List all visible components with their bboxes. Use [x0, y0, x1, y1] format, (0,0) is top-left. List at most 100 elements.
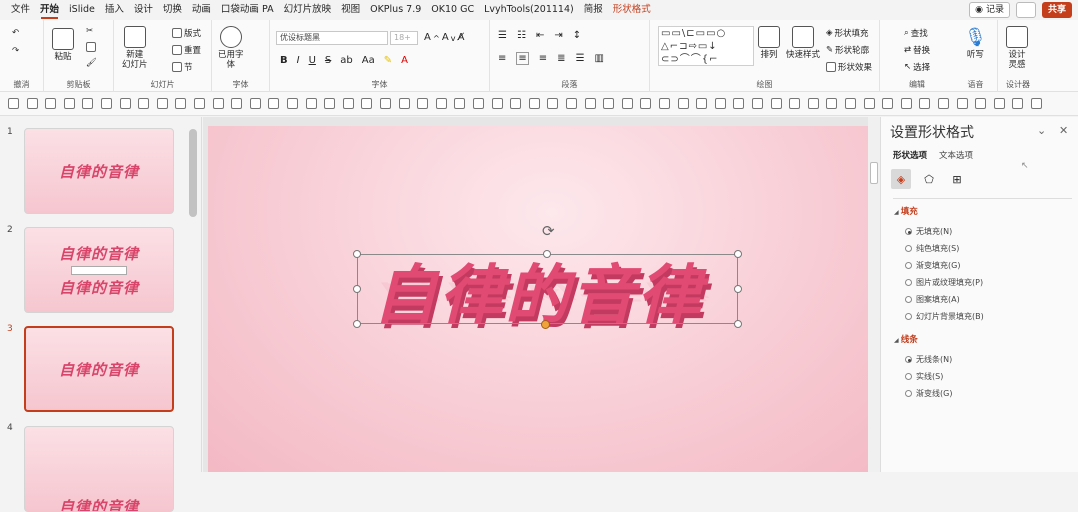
- toolbar-tool-icon[interactable]: [268, 98, 280, 109]
- char-spacing-button[interactable]: ab: [340, 55, 352, 66]
- toolbar-tool-icon[interactable]: [863, 98, 875, 109]
- italic-button[interactable]: I: [297, 55, 300, 66]
- toolbar-tool-icon[interactable]: [919, 98, 931, 109]
- toolbar-tool-icon[interactable]: [807, 98, 819, 109]
- resize-handle-n[interactable]: [543, 250, 551, 258]
- new-slide-button[interactable]: 新建 幻灯片: [122, 26, 148, 70]
- editor-scrollbar[interactable]: [868, 117, 880, 472]
- toolbar-tool-icon[interactable]: [845, 98, 856, 109]
- layout-button[interactable]: 版式: [172, 27, 201, 39]
- numbering-button[interactable]: ☷: [517, 30, 526, 41]
- share-button[interactable]: 共享: [1041, 2, 1072, 18]
- toolbar-tool-icon[interactable]: [287, 98, 298, 109]
- tab-file[interactable]: 文件: [6, 0, 35, 20]
- line-option-gradient[interactable]: 渐变线(G): [905, 388, 952, 399]
- line-section-header[interactable]: 线条: [894, 333, 918, 345]
- fill-line-icon[interactable]: ◈: [891, 169, 911, 189]
- line-spacing-button[interactable]: ↕: [573, 30, 581, 41]
- size-properties-icon[interactable]: ⊞: [947, 169, 967, 189]
- fill-section-header[interactable]: 填充: [894, 205, 918, 217]
- toolbar-tool-icon[interactable]: [826, 98, 838, 109]
- copy-button[interactable]: [86, 42, 96, 52]
- tab-text-options[interactable]: 文本选项: [939, 149, 973, 161]
- toolbar-tool-icon[interactable]: [938, 98, 949, 109]
- decrease-indent-button[interactable]: ⇤: [536, 30, 544, 41]
- toolbar-tool-icon[interactable]: [584, 98, 596, 109]
- toolbar-tool-icon[interactable]: [361, 98, 373, 109]
- toolbar-tool-icon[interactable]: [398, 98, 410, 109]
- tab-briefing[interactable]: 简报: [579, 0, 608, 20]
- toolbar-tool-icon[interactable]: [417, 98, 429, 109]
- toolbar-tool-icon[interactable]: [993, 98, 1005, 109]
- toolbar-tool-icon[interactable]: [82, 98, 94, 109]
- justify-button[interactable]: ≣: [557, 53, 565, 64]
- toolbar-tool-icon[interactable]: [714, 98, 726, 109]
- bold-button[interactable]: B: [280, 55, 288, 66]
- align-right-button[interactable]: ≡: [539, 53, 547, 64]
- paste-button[interactable]: 粘贴: [52, 28, 74, 62]
- undo-button[interactable]: ↶: [12, 28, 19, 38]
- line-option-none[interactable]: 无线条(N): [905, 354, 952, 365]
- font-size-field[interactable]: 18+: [390, 31, 418, 45]
- dictate-button[interactable]: 🎙 听写: [964, 26, 987, 60]
- fill-option-picture[interactable]: 图片或纹理填充(P): [905, 277, 983, 288]
- increase-font-button[interactable]: A ^ Av A̸: [424, 32, 464, 43]
- tab-islide[interactable]: iSlide: [64, 0, 100, 20]
- fill-option-gradient[interactable]: 渐变填充(G): [905, 260, 960, 271]
- toolbar-tool-icon[interactable]: [435, 98, 447, 109]
- toolbar-tool-icon[interactable]: [324, 98, 336, 109]
- toolbar-tool-icon[interactable]: [510, 98, 522, 109]
- toolbar-tool-icon[interactable]: [621, 98, 633, 109]
- toolbar-tool-icon[interactable]: [677, 98, 689, 109]
- pane-close-icon[interactable]: ✕: [1059, 124, 1068, 137]
- toolbar-tool-icon[interactable]: [249, 98, 261, 109]
- toolbar-tool-icon[interactable]: [45, 98, 57, 109]
- toolbar-tool-icon[interactable]: [380, 98, 391, 109]
- increase-indent-button[interactable]: ⇥: [554, 30, 562, 41]
- rotate-handle[interactable]: ⟳: [542, 224, 555, 239]
- slide-thumbnail-4[interactable]: 自律的音律: [24, 426, 174, 512]
- underline-button[interactable]: U: [309, 55, 316, 66]
- toolbar-tool-icon[interactable]: [491, 98, 503, 109]
- tab-okplus[interactable]: OKPlus 7.9: [365, 0, 426, 20]
- toolbar-tool-icon[interactable]: [101, 98, 112, 109]
- toolbar-tool-icon[interactable]: [1012, 98, 1024, 109]
- toolbar-tool-icon[interactable]: [603, 98, 615, 109]
- resize-handle-w[interactable]: [353, 285, 361, 293]
- arrange-button[interactable]: 排列: [758, 26, 780, 60]
- toolbar-tool-icon[interactable]: [770, 98, 782, 109]
- record-button[interactable]: ◉ 记录: [969, 2, 1010, 18]
- slide-thumbnail-2[interactable]: 自律的音律 自律的音律: [24, 227, 174, 313]
- section-button[interactable]: 节: [172, 61, 193, 73]
- adjust-handle[interactable]: [541, 320, 550, 329]
- strikethrough-button[interactable]: S: [325, 55, 331, 66]
- tab-transitions[interactable]: 切换: [158, 0, 187, 20]
- toolbar-tool-icon[interactable]: [194, 98, 205, 109]
- effects-pentagon-icon[interactable]: ⬠: [919, 169, 939, 189]
- slide-thumbnail-3[interactable]: 自律的音律: [24, 326, 174, 412]
- quick-style-button[interactable]: 快速样式: [786, 26, 820, 60]
- toolbar-tool-icon[interactable]: [26, 98, 38, 109]
- tab-shape-options[interactable]: 形状选项: [893, 149, 927, 161]
- shape-effect-button[interactable]: 形状效果: [826, 61, 872, 73]
- toolbar-tool-icon[interactable]: [789, 98, 801, 109]
- fill-option-none[interactable]: 无填充(N): [905, 226, 952, 237]
- tab-insert[interactable]: 插入: [100, 0, 129, 20]
- replace-button[interactable]: ⇄ 替换: [904, 44, 930, 56]
- toolbar-tool-icon[interactable]: [659, 98, 670, 109]
- distribute-button[interactable]: ☰: [576, 53, 585, 64]
- tab-home[interactable]: 开始: [35, 0, 64, 20]
- tab-shape-format[interactable]: 形状格式: [608, 0, 656, 20]
- align-center-button[interactable]: ≡: [516, 52, 529, 65]
- font-color-button[interactable]: A: [401, 55, 408, 66]
- toolbar-tool-icon[interactable]: [752, 98, 763, 109]
- toolbar-tool-icon[interactable]: [212, 98, 224, 109]
- comment-button[interactable]: [1015, 2, 1036, 18]
- cut-button[interactable]: ✂: [86, 26, 93, 36]
- toolbar-tool-icon[interactable]: [882, 98, 894, 109]
- find-button[interactable]: ⌕ 查找: [904, 27, 928, 39]
- toolbar-tool-icon[interactable]: [119, 98, 131, 109]
- resize-handle-se[interactable]: [734, 320, 742, 328]
- toolbar-tool-icon[interactable]: [547, 98, 559, 109]
- fill-option-pattern[interactable]: 图案填充(A): [905, 294, 960, 305]
